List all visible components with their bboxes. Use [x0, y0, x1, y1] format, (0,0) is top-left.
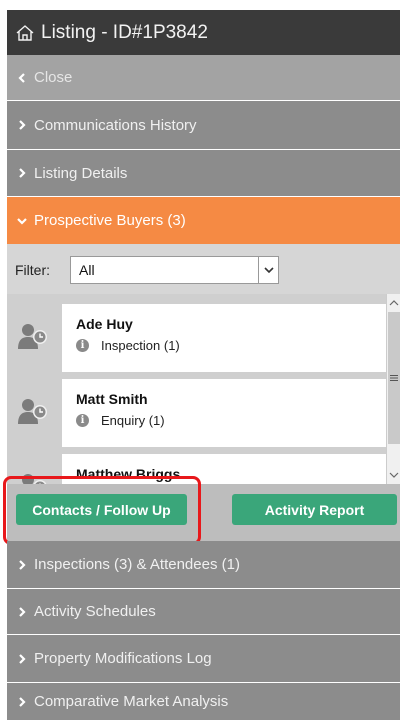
info-icon[interactable]: i — [76, 339, 89, 352]
section-label: Property Modifications Log — [34, 650, 212, 667]
close-label: Close — [34, 69, 73, 86]
buyer-card[interactable]: Ade Huy i Inspection (1) — [62, 304, 392, 372]
buyer-name[interactable]: Matt Smith — [76, 391, 148, 407]
section-label: Communications History — [34, 116, 197, 134]
section-label: Comparative Market Analysis — [34, 693, 229, 710]
buyer-activity: Inspection (1) — [101, 338, 180, 353]
chevron-down-icon[interactable] — [258, 257, 278, 283]
chevron-right-icon — [19, 606, 26, 617]
list-item[interactable]: Ade Huy i Inspection (1) — [7, 304, 393, 372]
buyer-list-scrollbar[interactable] — [386, 294, 400, 484]
buyer-card[interactable]: Matt Smith i Enquiry (1) — [62, 379, 392, 447]
chevron-right-icon — [19, 559, 26, 570]
chevron-right-icon — [19, 653, 26, 664]
chevron-left-icon — [18, 72, 25, 83]
section-listing-details[interactable]: Listing Details — [7, 150, 400, 196]
chevron-right-icon — [19, 120, 26, 130]
chevron-down-icon — [17, 217, 27, 225]
buyer-name[interactable]: Ade Huy — [76, 316, 133, 332]
window-title: Listing - ID#1P3842 — [41, 21, 208, 43]
section-prospective-buyers[interactable]: Prospective Buyers (3) — [7, 197, 400, 244]
buyer-detail: i Enquiry (1) — [76, 413, 165, 428]
section-inspections[interactable]: Inspections (3) & Attendees (1) — [7, 541, 400, 588]
person-clock-icon — [18, 399, 47, 424]
list-item[interactable]: Matt Smith i Enquiry (1) — [7, 379, 393, 447]
scroll-up-icon[interactable] — [387, 296, 401, 310]
section-property-modifications[interactable]: Property Modifications Log — [7, 635, 400, 682]
section-label: Prospective Buyers (3) — [34, 212, 186, 229]
section-comparative-market-analysis[interactable]: Comparative Market Analysis — [7, 683, 400, 720]
buyer-list: Ade Huy i Inspection (1) Matt Smith i En… — [7, 294, 400, 484]
filter-label: Filter: — [15, 262, 50, 278]
section-label: Inspections (3) & Attendees (1) — [34, 556, 240, 573]
activity-report-button[interactable]: Activity Report — [232, 494, 397, 525]
close-row[interactable]: Close — [7, 55, 400, 100]
chevron-right-icon — [19, 696, 26, 707]
section-activity-schedules[interactable]: Activity Schedules — [7, 589, 400, 634]
listing-page: Listing - ID#1P3842 Close Communications… — [0, 0, 407, 720]
section-communications-history[interactable]: Communications History — [7, 101, 400, 149]
grip-icon — [390, 375, 398, 381]
filter-value: All — [79, 262, 95, 278]
info-icon[interactable]: i — [76, 414, 89, 427]
buyer-detail: i Inspection (1) — [76, 338, 180, 353]
home-icon[interactable] — [15, 23, 35, 43]
title-bar: Listing - ID#1P3842 — [7, 10, 400, 55]
section-label: Listing Details — [34, 164, 128, 182]
person-clock-icon — [18, 324, 47, 349]
scroll-down-icon[interactable] — [387, 468, 401, 482]
buyer-activity: Enquiry (1) — [101, 413, 165, 428]
filter-row: Filter: All — [7, 244, 400, 294]
chevron-right-icon — [19, 168, 26, 178]
scroll-thumb[interactable] — [388, 312, 400, 444]
highlight-outline — [3, 476, 201, 545]
filter-select[interactable]: All — [70, 256, 279, 284]
section-label: Activity Schedules — [34, 603, 156, 620]
